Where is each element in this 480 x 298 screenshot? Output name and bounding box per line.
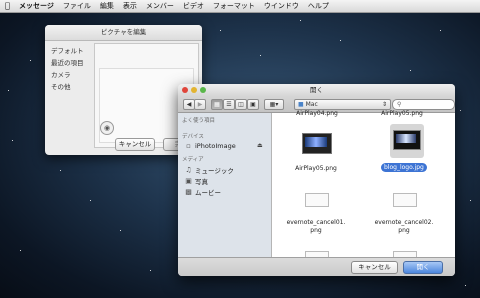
file-thumbnail[interactable] (393, 193, 417, 207)
sidebar-item-iphotoimage[interactable]: ▫ iPhotoImage (185, 142, 236, 150)
coverflow-icon: ▣ (250, 101, 256, 108)
forward-button[interactable]: ▶ (194, 99, 206, 110)
search-field[interactable]: ⚲ (392, 99, 455, 110)
apple-menu-icon[interactable]:  (5, 0, 15, 12)
arrange-icon: ▦▾ (269, 101, 279, 108)
sidebar-item-label: 写真 (195, 178, 208, 186)
file-item[interactable]: evernote_cancel02. png (369, 219, 439, 235)
menu-view[interactable]: 表示 (123, 0, 137, 12)
list-view-button[interactable]: ☰ (223, 99, 235, 110)
file-thumbnail[interactable] (305, 193, 329, 207)
sidebar-item-label: ムービー (195, 189, 221, 197)
file-thumbnail[interactable] (302, 133, 332, 154)
open-dialog: 開く ◀ ▶ ▦ ☰ ◫ ▣ ▦▾ ■ Mac ⇕ ⚲ よく使う項目 デバイス … (178, 84, 455, 276)
file-thumbnail-selected[interactable] (390, 124, 424, 158)
edit-picture-title: ピクチャを編集 (45, 25, 202, 41)
coverflow-view-button[interactable]: ▣ (247, 99, 259, 110)
open-dialog-title: 開く (310, 86, 323, 94)
column-view-button[interactable]: ◫ (235, 99, 247, 110)
menu-video[interactable]: ビデオ (183, 0, 204, 12)
menu-bar:  メッセージ ファイル 編集 表示 メンバー ビデオ フォーマット ウインドウ… (0, 0, 480, 13)
sidebar-item-recent[interactable]: 最近の項目 (51, 57, 84, 69)
menu-file[interactable]: ファイル (63, 0, 91, 12)
sidebar-item-music[interactable]: ♫ ミュージック (185, 165, 234, 175)
chevron-right-icon: ▶ (197, 101, 203, 108)
menu-format[interactable]: フォーマット (213, 0, 255, 12)
close-button[interactable] (182, 87, 188, 93)
camera-icon[interactable]: ◉ (100, 121, 114, 135)
updown-icon: ⇕ (381, 101, 387, 108)
music-note-icon: ♫ (185, 165, 192, 174)
file-item[interactable]: evernote_cancel01. png (281, 219, 351, 235)
eject-icon[interactable]: ⏏ (257, 142, 263, 149)
sidebar-item-label: ミュージック (195, 167, 234, 175)
sidebar-item-photos[interactable]: ▣ 写真 (185, 176, 208, 186)
sidebar-item-label: iPhotoImage (195, 142, 236, 150)
zoom-button[interactable] (200, 87, 206, 93)
icon-view-button[interactable]: ▦ (211, 99, 223, 110)
file-item[interactable]: AirPlay05.png (281, 165, 351, 172)
open-dialog-titlebar: 開く (178, 84, 455, 96)
menu-edit[interactable]: 編集 (100, 0, 114, 12)
location-popup[interactable]: ■ Mac ⇕ (294, 99, 391, 110)
sidebar-item-camera[interactable]: カメラ (51, 69, 84, 81)
menu-buddies[interactable]: メンバー (146, 0, 174, 12)
arrange-button[interactable]: ▦▾ (264, 99, 284, 110)
sidebar-item-default[interactable]: デフォルト (51, 45, 84, 57)
film-icon: ▩ (185, 187, 192, 196)
file-item-selected[interactable]: blog_logo.jpg (381, 163, 427, 172)
list-icon: ☰ (226, 101, 232, 108)
favorites-header: よく使う項目 (182, 118, 216, 124)
cancel-button[interactable]: キャンセル (351, 261, 398, 274)
folder-icon: ■ (298, 101, 304, 108)
sidebar-item-other[interactable]: その他 (51, 81, 84, 93)
columns-icon: ◫ (238, 101, 244, 108)
open-button[interactable]: 開く (403, 261, 443, 274)
menu-help[interactable]: ヘルプ (308, 0, 329, 12)
window-controls (182, 87, 206, 93)
menu-window[interactable]: ウインドウ (264, 0, 299, 12)
search-icon: ⚲ (397, 101, 402, 108)
file-item[interactable]: AirPlay04.png (282, 110, 352, 117)
open-dialog-sidebar: よく使う項目 デバイス ▫ iPhotoImage ⏏ メディア ♫ ミュージッ… (178, 113, 272, 257)
camera-icon: ▣ (185, 176, 192, 185)
chevron-left-icon: ◀ (186, 101, 192, 108)
grid-icon: ▦ (214, 101, 220, 108)
minimize-button[interactable] (191, 87, 197, 93)
open-dialog-footer: キャンセル 開く (178, 257, 455, 276)
file-grid: AirPlay04.png AirPlay05.png AirPlay05.pn… (272, 110, 455, 261)
disk-icon: ▫ (186, 141, 191, 150)
location-label: Mac (305, 101, 318, 108)
media-header: メディア (182, 157, 204, 163)
sidebar-item-movies[interactable]: ▩ ムービー (185, 187, 221, 197)
file-item[interactable]: AirPlay05.png (367, 110, 437, 117)
devices-header: デバイス (182, 134, 204, 140)
edit-cancel-button[interactable]: キャンセル (115, 138, 155, 151)
edit-picture-sidebar: デフォルト 最近の項目 カメラ その他 (51, 45, 84, 93)
menu-app[interactable]: メッセージ (19, 0, 54, 12)
